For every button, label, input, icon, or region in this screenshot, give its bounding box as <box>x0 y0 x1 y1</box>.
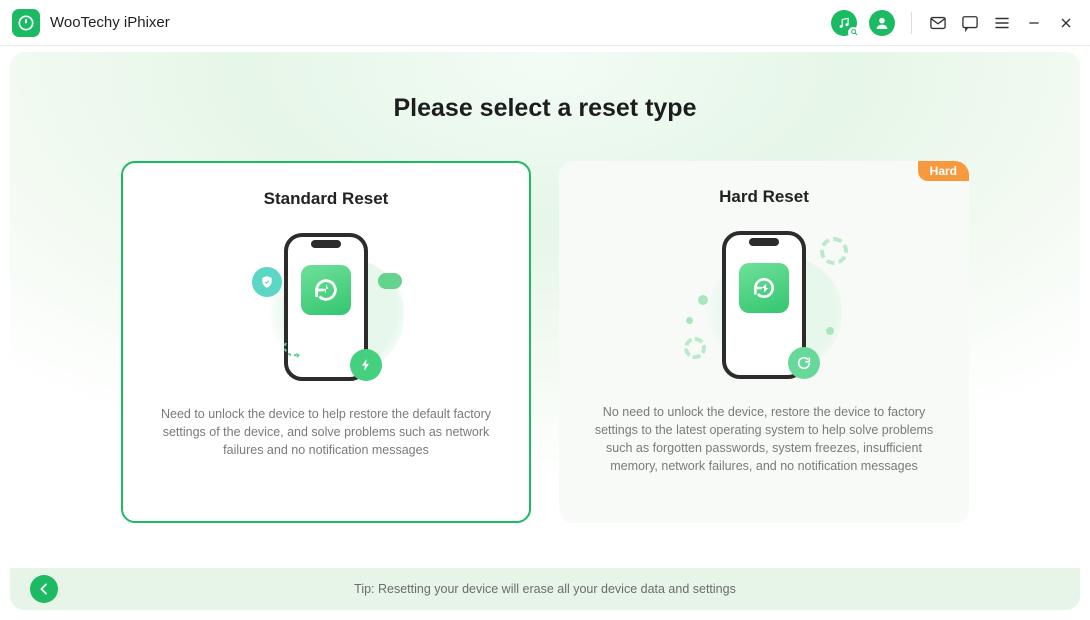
hard-badge: Hard <box>918 161 969 181</box>
app-logo <box>12 9 40 37</box>
close-button[interactable] <box>1056 13 1076 33</box>
titlebar-actions <box>831 10 1076 36</box>
account-button[interactable] <box>869 10 895 36</box>
gear-icon <box>684 337 706 359</box>
hard-reset-desc: No need to unlock the device, restore th… <box>585 403 943 476</box>
standard-reset-illustration <box>236 227 416 387</box>
standard-reset-desc: Need to unlock the device to help restor… <box>149 405 503 459</box>
bolt-badge-icon <box>350 349 382 381</box>
main-panel: Please select a reset type Standard Rese… <box>10 52 1080 610</box>
separator <box>911 12 912 34</box>
standard-reset-card[interactable]: Standard Reset <box>121 161 531 523</box>
standard-reset-title: Standard Reset <box>264 189 389 209</box>
music-promo-button[interactable] <box>831 10 857 36</box>
swirl-icon <box>280 337 310 367</box>
back-button[interactable] <box>30 575 58 603</box>
gear-icon <box>820 237 848 265</box>
shield-icon <box>252 267 282 297</box>
minimize-button[interactable] <box>1024 13 1044 33</box>
refresh-badge-icon <box>788 347 820 379</box>
page-title: Please select a reset type <box>394 94 697 123</box>
mail-icon[interactable] <box>928 13 948 33</box>
hard-reset-illustration <box>674 225 854 385</box>
hard-reset-title: Hard Reset <box>719 187 809 207</box>
footer-tip: Tip: Resetting your device will erase al… <box>354 582 736 596</box>
feedback-icon[interactable] <box>960 13 980 33</box>
reset-options-row: Standard Reset <box>121 161 969 523</box>
titlebar: WooTechy iPhixer <box>0 0 1090 46</box>
app-title: WooTechy iPhixer <box>50 14 170 31</box>
hard-reset-card[interactable]: Hard Hard Reset <box>559 161 969 523</box>
footer-bar: Tip: Resetting your device will erase al… <box>10 568 1080 610</box>
menu-icon[interactable] <box>992 13 1012 33</box>
